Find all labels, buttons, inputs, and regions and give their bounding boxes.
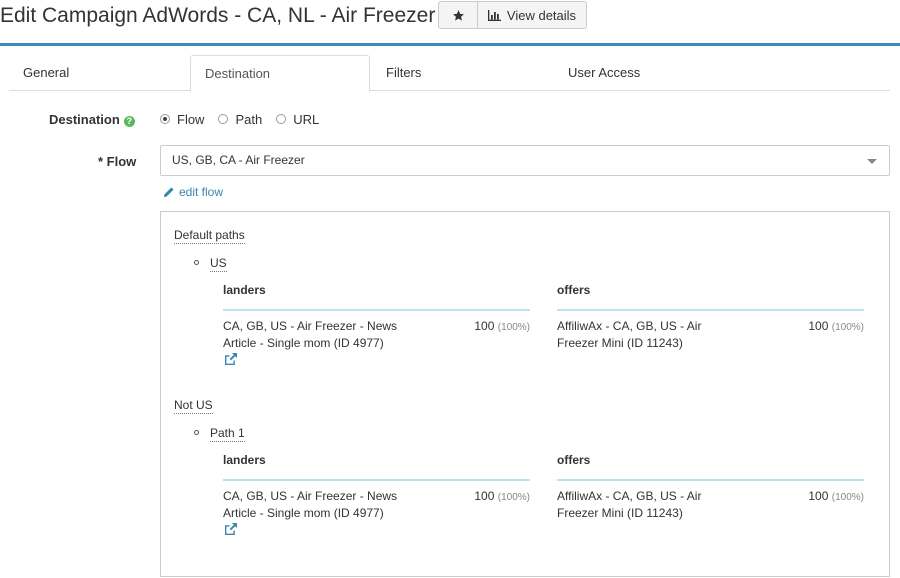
landers-header: landers — [223, 453, 266, 467]
destination-label: Destination? — [49, 112, 135, 127]
bullet-icon — [194, 430, 199, 435]
bullet-icon — [194, 260, 199, 265]
landers-divider — [223, 309, 530, 311]
offers-divider — [557, 309, 864, 311]
lander-weight-value: 100 — [474, 489, 495, 503]
tab-general[interactable]: General — [23, 55, 69, 91]
radio-flow-dot[interactable] — [160, 114, 170, 124]
lander-weight-pct: (100%) — [497, 492, 530, 503]
radio-path-label: Path — [235, 111, 263, 127]
lander-weight-pct: (100%) — [497, 322, 530, 333]
offer-weight-pct: (100%) — [831, 322, 864, 333]
offer-weight-pct: (100%) — [831, 492, 864, 503]
external-link-icon[interactable] — [224, 523, 237, 535]
radio-path[interactable]: Path — [218, 112, 262, 127]
offer-weight-value: 100 — [808, 489, 829, 503]
flow-preview-panel: Default paths US landers CA, GB, US - Ai… — [160, 211, 890, 577]
offers-header: offers — [557, 283, 591, 297]
external-link-icon[interactable] — [224, 353, 237, 365]
tab-user-access[interactable]: User Access — [568, 55, 640, 91]
tab-filters[interactable]: Filters — [386, 55, 421, 91]
star-icon — [452, 9, 464, 21]
lander-weight-value: 100 — [474, 319, 495, 333]
radio-url-dot[interactable] — [276, 114, 287, 124]
offer-name: AffiliwAx - CA, GB, US - Air Freezer Min… — [557, 489, 702, 520]
edit-flow-link[interactable]: edit flow — [163, 185, 223, 199]
tab-destination[interactable]: Destination — [190, 55, 370, 92]
view-details-button[interactable]: View details — [477, 1, 587, 29]
landers-header: landers — [223, 283, 266, 297]
bar-chart-icon — [487, 9, 501, 21]
page-title: Edit Campaign AdWords - CA, NL - Air Fre… — [0, 4, 436, 27]
view-details-label: View details — [506, 7, 577, 23]
favorite-button[interactable] — [438, 1, 478, 29]
help-icon[interactable]: ? — [123, 116, 135, 127]
page-header: Edit Campaign AdWords - CA, NL - Air Fre… — [0, 0, 900, 46]
tab-bar: General Destination Filters User Access — [9, 55, 890, 92]
radio-url-label: URL — [293, 111, 320, 127]
radio-path-dot[interactable] — [218, 114, 229, 124]
pencil-icon — [163, 187, 174, 197]
path-name: Path 1 — [210, 426, 245, 442]
offer-weight-value: 100 — [808, 319, 829, 333]
offer-weight: 100 (100%) — [785, 489, 864, 503]
radio-flow-label: Flow — [177, 111, 205, 127]
radio-url[interactable]: URL — [276, 112, 319, 127]
flow-select-value: US, GB, CA - Air Freezer — [172, 153, 305, 167]
destination-label-text: Destination — [49, 112, 120, 127]
landers-divider — [223, 479, 530, 481]
offer-name: AffiliwAx - CA, GB, US - Air Freezer Min… — [557, 319, 702, 350]
lander-name: CA, GB, US - Air Freezer - News Article … — [223, 319, 398, 350]
lander-weight: 100 (100%) — [451, 319, 530, 333]
radio-flow[interactable]: Flow — [160, 112, 204, 127]
lander-name: CA, GB, US - Air Freezer - News Article … — [223, 489, 398, 520]
path-name: US — [210, 256, 227, 272]
flow-label: * Flow — [98, 154, 137, 169]
lander-weight: 100 (100%) — [451, 489, 530, 503]
chevron-down-icon[interactable] — [867, 159, 877, 164]
default-paths-label: Default paths — [174, 228, 245, 244]
offers-header: offers — [557, 453, 591, 467]
offer-weight: 100 (100%) — [785, 319, 864, 333]
flow-select[interactable]: US, GB, CA - Air Freezer — [160, 145, 890, 176]
rule-section-label: Not US — [174, 398, 213, 414]
destination-radio-group: Flow Path URL — [160, 111, 333, 127]
edit-flow-label: edit flow — [179, 185, 224, 199]
offers-divider — [557, 479, 864, 481]
